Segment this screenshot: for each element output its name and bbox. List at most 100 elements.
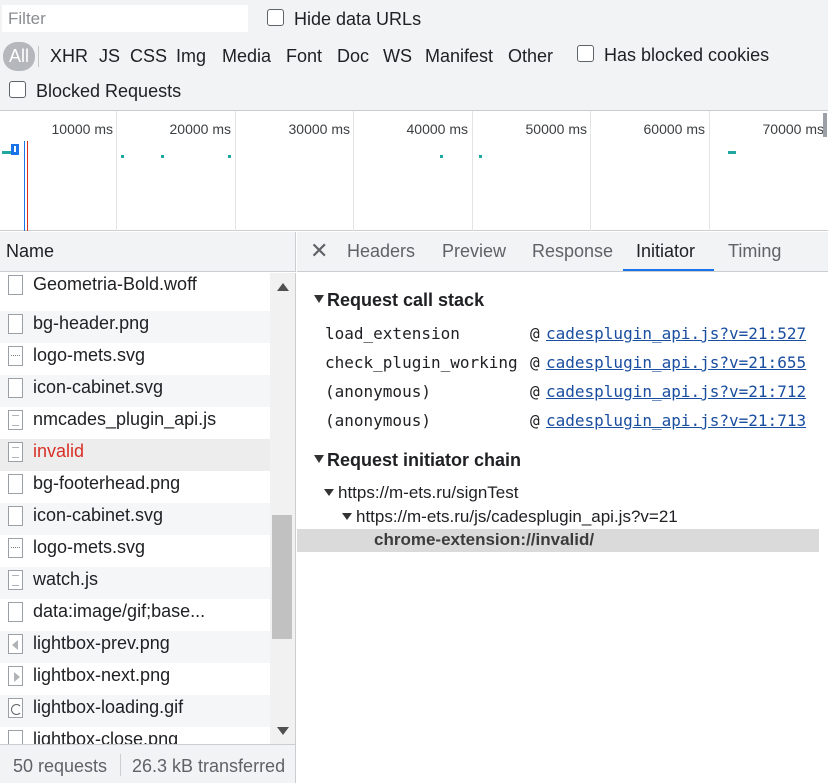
script-file-icon: [8, 442, 23, 462]
network-toolbar: Hide data URLs All XHR JS CSS Img Media …: [0, 0, 828, 110]
tab-response[interactable]: Response: [532, 241, 613, 262]
request-name: lightbox-loading.gif: [33, 697, 184, 717]
request-name: icon-cabinet.svg: [33, 377, 164, 397]
timeline-gridline: [353, 111, 354, 231]
has-blocked-cookies-checkbox[interactable]: [577, 45, 594, 62]
file-icon: [8, 314, 23, 334]
request-name: icon-cabinet.svg: [33, 505, 164, 525]
request-name: lightbox-close.png: [33, 729, 179, 744]
script-file-icon: [8, 570, 23, 590]
request-name: bg-footerhead.png: [33, 473, 181, 493]
table-row[interactable]: bg-footerhead.png: [0, 471, 270, 503]
timeline-label: 70000 ms: [762, 121, 824, 137]
tab-timing[interactable]: Timing: [728, 241, 781, 262]
timeline-request-bar: [440, 155, 443, 158]
expand-triangle-icon[interactable]: [314, 295, 324, 303]
table-row[interactable]: Geometria-Bold.woff: [0, 273, 270, 301]
blocked-requests-checkbox[interactable]: [9, 81, 26, 98]
chain-item[interactable]: https://m-ets.ru/js/cadesplugin_api.js?v…: [356, 507, 678, 527]
call-stack-title[interactable]: Request call stack: [327, 290, 484, 311]
stack-at-sign: @: [530, 324, 540, 343]
blocked-requests-label: Blocked Requests: [36, 81, 182, 101]
timeline-scroll-handle[interactable]: [823, 113, 827, 137]
prev-image-icon: [8, 634, 23, 654]
timeline-request-bar: [728, 151, 736, 154]
filter-input[interactable]: [2, 5, 248, 32]
image-file-icon: [8, 346, 23, 366]
expand-triangle-icon[interactable]: [342, 513, 352, 520]
loading-gif-icon: [8, 698, 23, 718]
table-row[interactable]: icon-cabinet.svg: [0, 375, 270, 407]
filter-css-button[interactable]: CSS: [127, 42, 170, 71]
stack-source-link[interactable]: cadesplugin_api.js?v=21:655: [546, 353, 806, 372]
timeline-request-bar: [479, 155, 482, 158]
table-row[interactable]: nmcades_plugin_api.js: [0, 407, 270, 439]
close-icon[interactable]: ✕: [310, 238, 328, 264]
name-column-header[interactable]: Name: [0, 232, 296, 272]
stack-source-link[interactable]: cadesplugin_api.js?v=21:713: [546, 411, 806, 430]
table-row[interactable]: logo-mets.svg: [0, 343, 270, 375]
timeline-gridline: [709, 111, 710, 231]
file-icon: [8, 506, 23, 526]
table-row[interactable]: lightbox-loading.gif: [0, 695, 270, 727]
scroll-thumb[interactable]: [272, 515, 292, 639]
filter-img-button[interactable]: Img: [173, 42, 209, 71]
initiator-chain-title[interactable]: Request initiator chain: [327, 450, 521, 471]
file-icon: [8, 602, 23, 622]
hide-data-urls-label: Hide data URLs: [294, 9, 422, 29]
expand-triangle-icon[interactable]: [324, 489, 334, 496]
chain-item-selected[interactable]: chrome-extension://invalid/: [297, 529, 819, 552]
table-row[interactable]: watch.js: [0, 567, 270, 599]
load-event-marker: [27, 141, 28, 231]
stack-function: check_plugin_working: [325, 353, 518, 372]
timeline-gridline: [116, 111, 117, 231]
request-list-scrollbar[interactable]: [270, 273, 296, 744]
scroll-down-arrow-icon[interactable]: [277, 727, 289, 735]
stack-source-link[interactable]: cadesplugin_api.js?v=21:527: [546, 324, 806, 343]
table-row[interactable]: bg-header.png: [0, 311, 270, 343]
table-row[interactable]: lightbox-next.png: [0, 663, 270, 695]
table-row[interactable]: lightbox-prev.png: [0, 631, 270, 663]
timeline-request-bar: [121, 155, 124, 158]
stack-function: load_extension: [325, 324, 460, 343]
stack-at-sign: @: [530, 411, 540, 430]
stack-at-sign: @: [530, 382, 540, 401]
request-name: lightbox-next.png: [33, 665, 171, 685]
filter-font-button[interactable]: Font: [283, 42, 325, 71]
filter-xhr-button[interactable]: XHR: [47, 42, 91, 71]
timeline-label: 10000 ms: [51, 121, 113, 137]
request-name: bg-header.png: [33, 313, 150, 333]
scroll-up-arrow-icon[interactable]: [277, 283, 289, 291]
timeline-label: 20000 ms: [169, 121, 231, 137]
request-name: data:image/gif;base...: [33, 601, 206, 621]
table-row-selected[interactable]: invalid: [0, 439, 270, 471]
chain-item[interactable]: https://m-ets.ru/signTest: [338, 483, 518, 503]
request-count: 50 requests: [13, 756, 108, 776]
expand-triangle-icon[interactable]: [314, 455, 324, 463]
filter-js-button[interactable]: JS: [96, 42, 123, 71]
filter-all-button[interactable]: All: [3, 42, 36, 71]
timeline-gridline: [472, 111, 473, 231]
hide-data-urls-checkbox[interactable]: [267, 9, 284, 26]
filter-other-button[interactable]: Other: [505, 42, 556, 71]
image-file-icon: [8, 538, 23, 558]
timeline-label: 40000 ms: [406, 121, 468, 137]
filter-media-button[interactable]: Media: [219, 42, 274, 71]
table-row[interactable]: data:image/gif;base...: [0, 599, 270, 631]
table-row[interactable]: icon-cabinet.svg: [0, 503, 270, 535]
tab-initiator[interactable]: Initiator: [636, 241, 695, 262]
filter-doc-button[interactable]: Doc: [334, 42, 372, 71]
stack-function: (anonymous): [325, 382, 431, 401]
timeline-overview[interactable]: 10000 ms 20000 ms 30000 ms 40000 ms 5000…: [0, 110, 828, 231]
next-image-icon: [8, 666, 23, 686]
stack-source-link[interactable]: cadesplugin_api.js?v=21:712: [546, 382, 806, 401]
table-row[interactable]: logo-mets.svg: [0, 535, 270, 567]
table-row[interactable]: lightbox-close.png: [0, 727, 270, 744]
request-name: Geometria-Bold.woff: [33, 274, 197, 294]
tab-preview[interactable]: Preview: [442, 241, 506, 262]
filter-ws-button[interactable]: WS: [380, 42, 415, 71]
tab-headers[interactable]: Headers: [347, 241, 415, 262]
stack-function: (anonymous): [325, 411, 431, 430]
timeline-label: 50000 ms: [525, 121, 587, 137]
filter-manifest-button[interactable]: Manifest: [422, 42, 496, 71]
